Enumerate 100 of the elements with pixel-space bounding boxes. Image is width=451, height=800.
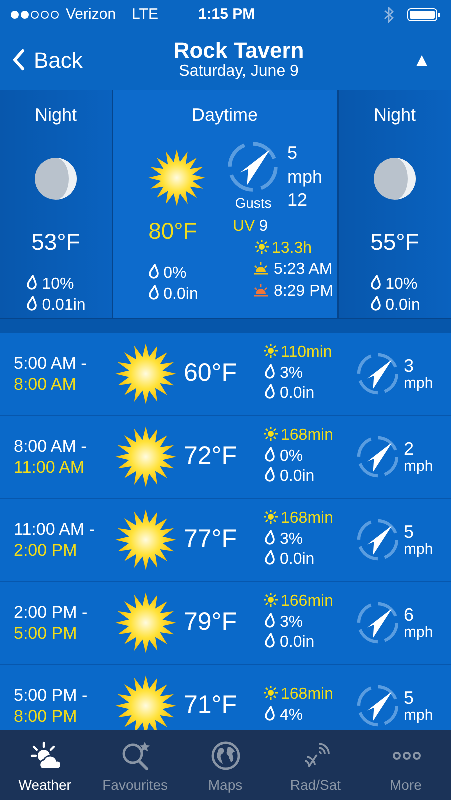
raindrop-icon — [264, 706, 276, 721]
sun-icon — [115, 343, 177, 405]
temperature: 72°F — [184, 441, 238, 472]
precip-chance: 3% — [280, 614, 304, 631]
magnifier-star-icon — [120, 741, 150, 771]
end-time: 8:00 PM — [14, 706, 78, 728]
end-time: 5:00 PM — [14, 623, 78, 644]
temperature: 53°F — [32, 228, 80, 257]
precip-amount: 0.0in — [280, 551, 315, 568]
precip-chance: 0% — [164, 264, 187, 282]
wind-speed: 5 — [404, 688, 416, 708]
tab-item[interactable]: Weather — [0, 730, 90, 800]
start-time: 11:00 AM - — [14, 518, 96, 540]
sunrise-time: 5:23 AM — [274, 261, 333, 278]
precip-amount: 0.0in — [164, 286, 198, 304]
gusts-label: Gusts — [235, 194, 272, 213]
end-time: 2:00 PM — [14, 540, 78, 562]
precip-amount: 0.0in — [280, 385, 315, 402]
wind-direction-icon — [356, 684, 400, 728]
precip-chance: 10% — [42, 276, 74, 292]
wind-direction-icon — [227, 141, 280, 193]
end-time: 8:00 AM — [14, 374, 78, 396]
tab-item[interactable]: Favourites — [90, 730, 180, 800]
raindrop-icon — [370, 296, 382, 312]
wind-direction-icon — [356, 601, 400, 645]
precip-amount: 0.0in — [280, 468, 315, 486]
sunset-icon — [253, 282, 269, 297]
raindrop-icon — [26, 274, 38, 290]
precip-chance: 4% — [280, 707, 304, 724]
sun-icon — [115, 426, 177, 488]
precip-chance: 3% — [280, 364, 304, 382]
carrier-name: Verizon — [66, 4, 116, 25]
period-label: Night — [34, 104, 78, 127]
sunshine-icon — [264, 510, 278, 524]
sunshine-duration: 168min — [281, 686, 334, 704]
up-button[interactable]: ▲ — [405, 46, 439, 74]
start-time: 8:00 AM - — [14, 436, 88, 457]
battery-icon — [407, 8, 441, 22]
temperature: 80°F — [148, 217, 198, 246]
gust-speed: 12 — [287, 189, 309, 212]
raindrop-icon — [264, 364, 276, 379]
raindrop-icon — [264, 612, 276, 628]
bluetooth-icon — [383, 7, 395, 23]
moon-icon — [34, 157, 78, 201]
sun-icon — [115, 509, 177, 571]
date-subtitle: Saturday, June 9 — [179, 63, 299, 81]
temperature: 60°F — [184, 358, 238, 390]
start-time: 5:00 PM - — [14, 684, 89, 706]
sunshine-duration: 168min — [281, 426, 334, 444]
raindrop-icon — [264, 530, 276, 545]
precip-chance: 10% — [386, 276, 418, 292]
uv-label: UV — [233, 218, 256, 235]
sun-icon — [115, 592, 177, 654]
precip-amount: 0.01in — [42, 297, 86, 314]
raindrop-icon — [148, 285, 160, 300]
wind-unit: mph — [287, 166, 322, 189]
raindrop-icon — [26, 296, 38, 312]
wind-speed: 6 — [404, 606, 416, 625]
sunrise-icon — [253, 261, 269, 276]
raindrop-icon — [264, 384, 276, 400]
start-time: 2:00 PM - — [14, 602, 89, 623]
sunshine-icon — [264, 344, 278, 358]
temperature: 55°F — [370, 228, 420, 257]
wind-unit: mph — [404, 376, 434, 392]
sunshine-icon — [264, 686, 278, 700]
wind-speed: 3 — [404, 356, 416, 376]
wind-direction-icon — [356, 518, 400, 562]
location-title: Rock Tavern — [174, 39, 304, 64]
raindrop-icon — [264, 467, 276, 482]
precip-amount: 0.0in — [386, 297, 420, 314]
sunset-time: 8:29 PM — [274, 282, 334, 300]
period-label: Night — [374, 104, 416, 127]
tab-item[interactable]: More — [360, 730, 451, 800]
signal-icon — [10, 10, 60, 20]
wind-direction-icon — [356, 435, 400, 479]
sunshine-icon — [264, 592, 278, 607]
sun-icon — [115, 675, 177, 730]
sunshine-duration: 110min — [281, 344, 332, 361]
wind-unit: mph — [404, 458, 434, 474]
tab-item[interactable]: Maps — [180, 730, 271, 800]
globe-icon — [210, 741, 240, 771]
back-chevron-icon — [12, 49, 26, 71]
moon-icon — [373, 157, 417, 201]
end-time: 11:00 AM — [14, 457, 86, 478]
raindrop-icon — [148, 264, 160, 278]
sun-cloud-icon — [30, 741, 60, 771]
sunshine-icon — [264, 426, 278, 441]
tab-item[interactable]: Rad/Sat — [270, 730, 361, 800]
period-label: Daytime — [192, 104, 258, 127]
start-time: 5:00 AM - — [14, 352, 88, 374]
temperature: 71°F — [184, 690, 238, 722]
status-time: 1:15 PM — [198, 4, 256, 25]
sunshine-icon — [255, 240, 269, 254]
raindrop-icon — [370, 274, 382, 290]
wind-unit: mph — [404, 708, 434, 724]
temperature: 79°F — [184, 607, 238, 638]
back-button[interactable]: Back — [12, 44, 83, 76]
raindrop-icon — [264, 550, 276, 566]
more-icon — [390, 751, 421, 761]
sunshine-hours: 13.3h — [272, 240, 312, 257]
